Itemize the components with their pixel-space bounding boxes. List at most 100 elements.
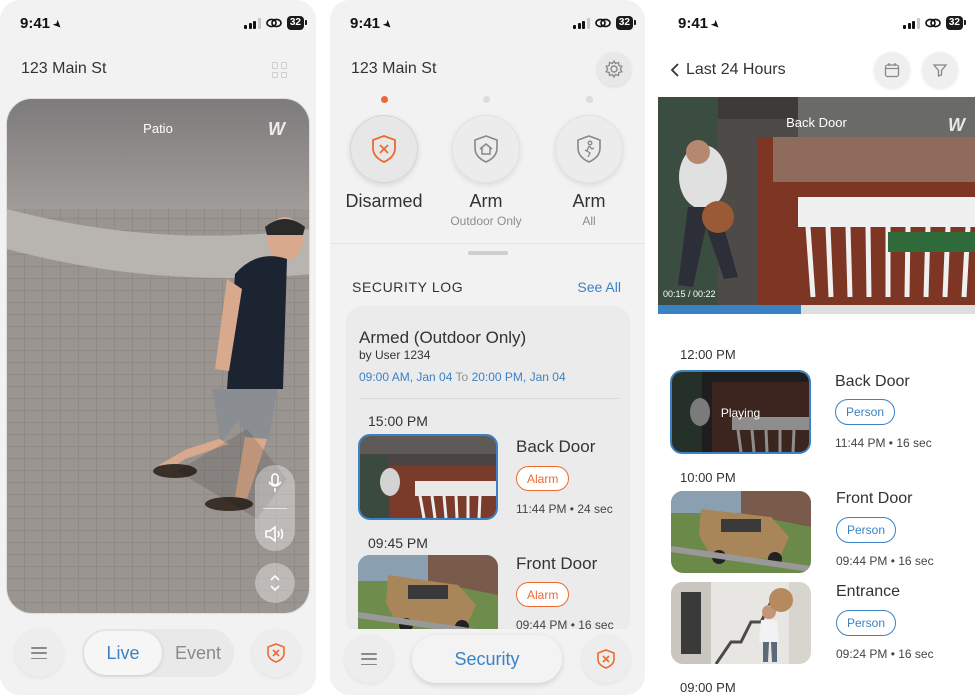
status-bar: 9:41➤ 32	[330, 12, 645, 36]
hour-label: 12:00 PM	[680, 347, 736, 362]
link-icon	[925, 18, 941, 28]
menu-icon	[361, 653, 377, 665]
event-thumbnail[interactable]: Playing	[670, 370, 811, 454]
event-video[interactable]: Back Door W 00:15 / 00:22	[658, 97, 975, 305]
location-arrow-icon: ➤	[707, 17, 723, 33]
page-title: Last 24 Hours	[686, 61, 786, 78]
divider	[359, 398, 620, 399]
camera-label: Patio	[143, 121, 173, 136]
mode-arm-all[interactable]: Arm All	[537, 96, 641, 228]
armed-to: 20:00 PM, Jan 04	[471, 370, 566, 384]
shield-person-icon	[577, 135, 601, 163]
hour-label: 10:00 PM	[680, 470, 736, 485]
signal-icon	[903, 17, 920, 29]
menu-button[interactable]	[15, 629, 63, 677]
armed-to-word: To	[455, 370, 469, 384]
mic-icon[interactable]	[266, 473, 284, 493]
status-bar: 9:41➤ 32	[658, 12, 975, 36]
event-meta: 11:44 PM • 24 sec	[516, 502, 613, 516]
mode-indicator	[380, 96, 388, 103]
alarm-tag: Alarm	[516, 582, 570, 607]
event-meta: 09:24 PM • 16 sec	[836, 647, 934, 661]
address-title: 123 Main St	[351, 60, 437, 77]
event-thumbnail[interactable]	[671, 582, 811, 664]
mode-button[interactable]	[555, 115, 623, 183]
mode-arm-outdoor[interactable]: Arm Outdoor Only	[434, 96, 538, 228]
status-bar: 9:41➤ 32	[0, 12, 316, 36]
thumbnail-image	[671, 491, 811, 573]
thumbnail-image	[671, 582, 811, 664]
video-timecode: 00:15 / 00:22	[663, 289, 716, 299]
armed-from: 09:00 AM, Jan 04	[359, 370, 453, 384]
mode-indicator	[482, 96, 490, 103]
camera-label: Back Door	[786, 115, 847, 130]
brand-logo: W	[948, 115, 965, 135]
mode-name: Arm	[469, 191, 503, 211]
event-name: Entrance	[836, 583, 901, 600]
playing-label: Playing	[720, 406, 761, 420]
event-name: Front Door	[516, 554, 598, 573]
view-toggle: Live Event	[82, 629, 234, 677]
expand-button[interactable]	[255, 563, 295, 603]
calendar-button[interactable]	[874, 52, 910, 88]
grid-icon[interactable]	[272, 62, 288, 78]
address-title: 123 Main St	[21, 60, 107, 77]
armed-time-range: 09:00 AM, Jan 04 To 20:00 PM, Jan 04	[359, 370, 566, 384]
back-button[interactable]: Last 24 Hours	[670, 61, 786, 79]
menu-icon	[31, 647, 47, 659]
event-time: 15:00 PM	[368, 413, 428, 429]
live-view-screen: 9:41➤ 32 123 Main St Patio W Live Event	[0, 0, 316, 695]
event-name: Back Door	[516, 437, 596, 456]
speaker-icon[interactable]	[264, 525, 286, 543]
mode-sub: All	[582, 214, 596, 228]
signal-icon	[573, 17, 590, 29]
location-arrow-icon: ➤	[49, 17, 65, 33]
shield-x-icon	[597, 649, 615, 669]
status-time: 9:41➤	[20, 15, 65, 33]
divider	[330, 243, 645, 244]
video-progress-bar[interactable]	[658, 305, 975, 314]
security-shield-button[interactable]	[582, 635, 630, 683]
security-shield-button[interactable]	[252, 629, 300, 677]
security-log-title: SECURITY LOG	[352, 279, 464, 295]
security-log-card: Armed (Outdoor Only) by User 1234 09:00 …	[346, 306, 630, 641]
menu-button[interactable]	[345, 635, 393, 683]
calendar-icon	[884, 63, 900, 78]
event-thumbnail[interactable]	[358, 434, 498, 520]
status-time: 9:41➤	[350, 15, 395, 33]
event-thumbnail[interactable]	[671, 491, 811, 573]
settings-button[interactable]	[597, 52, 631, 86]
tab-event[interactable]: Event	[162, 643, 234, 664]
link-icon	[595, 18, 611, 28]
mode-button[interactable]	[350, 115, 418, 183]
shield-x-icon	[267, 643, 285, 663]
gear-icon	[605, 60, 623, 78]
event-name: Back Door	[835, 373, 910, 390]
filter-icon	[932, 64, 948, 77]
battery-icon: 32	[945, 16, 967, 30]
mode-indicator	[585, 96, 593, 103]
see-all-link[interactable]: See All	[577, 279, 621, 295]
sheet-handle[interactable]	[468, 251, 508, 255]
brand-logo: W	[268, 119, 285, 139]
tab-live[interactable]: Live	[84, 631, 162, 675]
hour-label: 09:00 PM	[680, 680, 736, 695]
security-screen: 9:41➤ 32 123 Main St Disarmed Arm Outdoo…	[330, 0, 645, 695]
mode-button[interactable]	[452, 115, 520, 183]
mode-sub: Outdoor Only	[450, 214, 522, 228]
video-progress-fill	[658, 305, 801, 314]
event-name: Front Door	[836, 490, 913, 507]
shield-x-icon	[372, 135, 396, 163]
security-button[interactable]: Security	[412, 635, 562, 683]
audio-controls	[255, 465, 295, 551]
mode-disarmed[interactable]: Disarmed	[332, 96, 436, 212]
live-video[interactable]: Patio W	[6, 98, 310, 614]
bottom-bar: Live Event	[0, 629, 316, 679]
person-tag: Person	[836, 517, 897, 543]
filter-button[interactable]	[922, 52, 958, 88]
event-history-screen: 9:41➤ 32 Last 24 Hours Back Door W 00:15…	[658, 0, 975, 695]
armed-by: by User 1234	[359, 348, 431, 362]
event-meta: 09:44 PM • 16 sec	[836, 554, 934, 568]
signal-icon	[244, 17, 261, 29]
mode-name: Arm	[572, 191, 606, 211]
